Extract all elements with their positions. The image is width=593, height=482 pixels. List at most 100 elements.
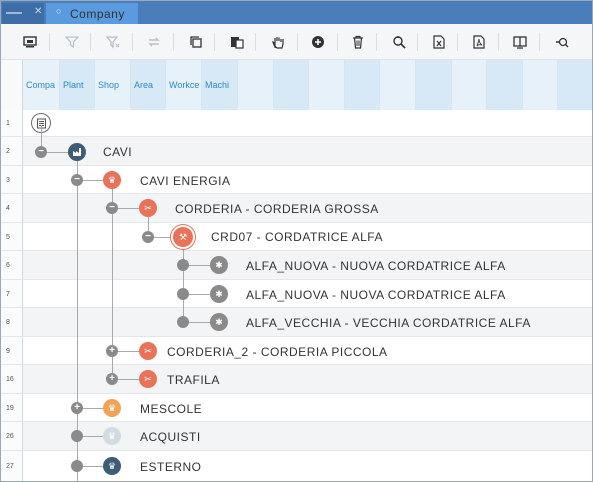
expand-toggle[interactable]: + xyxy=(106,345,118,357)
expand-toggle[interactable]: + xyxy=(106,373,118,385)
toolbar-separator xyxy=(49,33,50,51)
column-header-company[interactable]: Compa xyxy=(23,60,60,110)
tree-node-label[interactable]: MESCOLE xyxy=(140,402,202,416)
row-number: 1 xyxy=(1,110,23,136)
row-number: 27 xyxy=(1,451,23,481)
collapse-toggle[interactable]: − xyxy=(35,146,47,158)
plant-icon[interactable]: ♛ xyxy=(103,457,121,475)
plant-icon[interactable]: ♛ xyxy=(103,399,121,417)
shop-tools-icon[interactable]: ✂ xyxy=(139,342,157,360)
row-number: 7 xyxy=(1,280,23,307)
toolbar-separator xyxy=(255,33,256,51)
tab-company[interactable]: ○ Company xyxy=(46,3,138,24)
paste-icon[interactable] xyxy=(228,33,246,51)
toolbar-separator xyxy=(337,33,338,51)
filter-off-icon[interactable] xyxy=(104,33,122,51)
column-header-empty xyxy=(523,60,558,110)
row-number: 4 xyxy=(1,194,23,222)
tree-node-label[interactable]: ALFA_NUOVA - NUOVA CORDATRICE ALFA xyxy=(246,259,506,273)
delete-icon[interactable] xyxy=(349,33,367,51)
table-row: 2 xyxy=(1,137,592,166)
shop-tools-icon[interactable]: ✂ xyxy=(139,199,157,217)
tree-node-label[interactable]: CORDERIA - CORDERIA GROSSA xyxy=(175,202,379,216)
toolbar-separator xyxy=(498,33,499,51)
column-header-shop[interactable]: Shop xyxy=(95,60,131,110)
pdf-icon[interactable] xyxy=(470,33,488,51)
screen-icon[interactable] xyxy=(21,33,39,51)
expand-toggle[interactable]: + xyxy=(71,402,83,414)
tab-placeholder xyxy=(6,12,22,14)
leaf-dot xyxy=(71,460,83,472)
column-header-workcenter[interactable]: Workce xyxy=(166,60,202,110)
table-row: 16 xyxy=(1,365,592,394)
toolbar-separator xyxy=(173,33,174,51)
toolbar-separator xyxy=(417,33,418,51)
tree-node-label[interactable]: CRD07 - CORDATRICE ALFA xyxy=(211,230,383,244)
tree-node-label[interactable]: ALFA_VECCHIA - VECCHIA CORDATRICE ALFA xyxy=(246,316,531,330)
machine-gear-icon[interactable]: ✱ xyxy=(210,285,228,303)
column-header-empty xyxy=(558,60,592,110)
tablet-icon[interactable] xyxy=(511,33,529,51)
tree-node-label[interactable]: TRAFILA xyxy=(167,373,220,387)
column-header-empty xyxy=(380,60,416,110)
zoom-icon[interactable] xyxy=(553,33,571,51)
leaf-dot xyxy=(177,259,189,271)
column-header-empty xyxy=(452,60,487,110)
workcenter-tool-icon[interactable]: ⚒ xyxy=(173,227,193,247)
hand-icon[interactable] xyxy=(269,33,287,51)
toolbar-separator xyxy=(376,33,377,51)
tree-node-label[interactable]: CAVI ENERGIA xyxy=(140,174,230,188)
search-icon[interactable] xyxy=(390,33,408,51)
column-header-plant[interactable]: Plant xyxy=(60,60,95,110)
toolbar-separator xyxy=(539,33,540,51)
column-header-empty xyxy=(345,60,380,110)
column-header-empty xyxy=(309,60,345,110)
column-header-empty xyxy=(416,60,452,110)
tab-bar: ✕ ○ Company xyxy=(1,1,592,24)
tree-node-label[interactable]: CORDERIA_2 - CORDERIA PICCOLA xyxy=(167,345,388,359)
shop-tools-icon[interactable]: ✂ xyxy=(139,370,157,388)
tree-node-label[interactable]: CAVI xyxy=(103,145,132,159)
tab-company-label: Company xyxy=(70,7,125,21)
leaf-dot xyxy=(177,288,189,300)
leaf-dot xyxy=(71,430,83,442)
machine-gear-icon[interactable]: ✱ xyxy=(210,313,228,331)
tab-unnamed[interactable]: ✕ xyxy=(2,3,44,24)
tree-node-label[interactable]: ACQUISTI xyxy=(140,430,201,444)
row-number: 9 xyxy=(1,337,23,364)
table-row: 1 xyxy=(1,110,592,137)
excel-icon[interactable] xyxy=(430,33,448,51)
column-header-empty xyxy=(238,60,274,110)
company-circle-icon: ○ xyxy=(56,6,62,16)
row-number: 6 xyxy=(1,251,23,279)
machine-gear-icon[interactable]: ✱ xyxy=(210,256,228,274)
row-number: 26 xyxy=(1,422,23,450)
collapse-toggle[interactable]: − xyxy=(106,202,118,214)
row-number: 16 xyxy=(1,365,23,393)
tree-node-label[interactable]: ALFA_NUOVA - NUOVA CORDATRICE ALFA xyxy=(246,288,506,302)
collapse-toggle[interactable]: − xyxy=(142,231,154,243)
toolbar-separator xyxy=(457,33,458,51)
toolbar xyxy=(1,24,592,60)
add-icon[interactable] xyxy=(309,33,327,51)
column-header-machine[interactable]: Machi xyxy=(202,60,238,110)
row-number: 2 xyxy=(1,137,23,165)
row-number: 19 xyxy=(1,394,23,421)
row-number-header xyxy=(1,60,23,110)
plant-icon[interactable]: ♛ xyxy=(103,171,121,189)
tree-node-label[interactable]: ESTERNO xyxy=(140,460,202,474)
toolbar-separator xyxy=(132,33,133,51)
swap-icon[interactable] xyxy=(145,33,163,51)
column-header-empty xyxy=(487,60,523,110)
column-header-area[interactable]: Area xyxy=(131,60,166,110)
plant-icon[interactable]: ♛ xyxy=(103,427,121,445)
collapse-toggle[interactable]: − xyxy=(71,174,83,186)
company-building-icon[interactable] xyxy=(68,143,86,161)
toolbar-separator xyxy=(214,33,215,51)
close-icon[interactable]: ✕ xyxy=(34,6,42,17)
filter-icon[interactable] xyxy=(63,33,81,51)
row-number: 3 xyxy=(1,166,23,193)
column-header-empty xyxy=(274,60,309,110)
row-number: 8 xyxy=(1,308,23,336)
copy-icon[interactable] xyxy=(187,33,205,51)
